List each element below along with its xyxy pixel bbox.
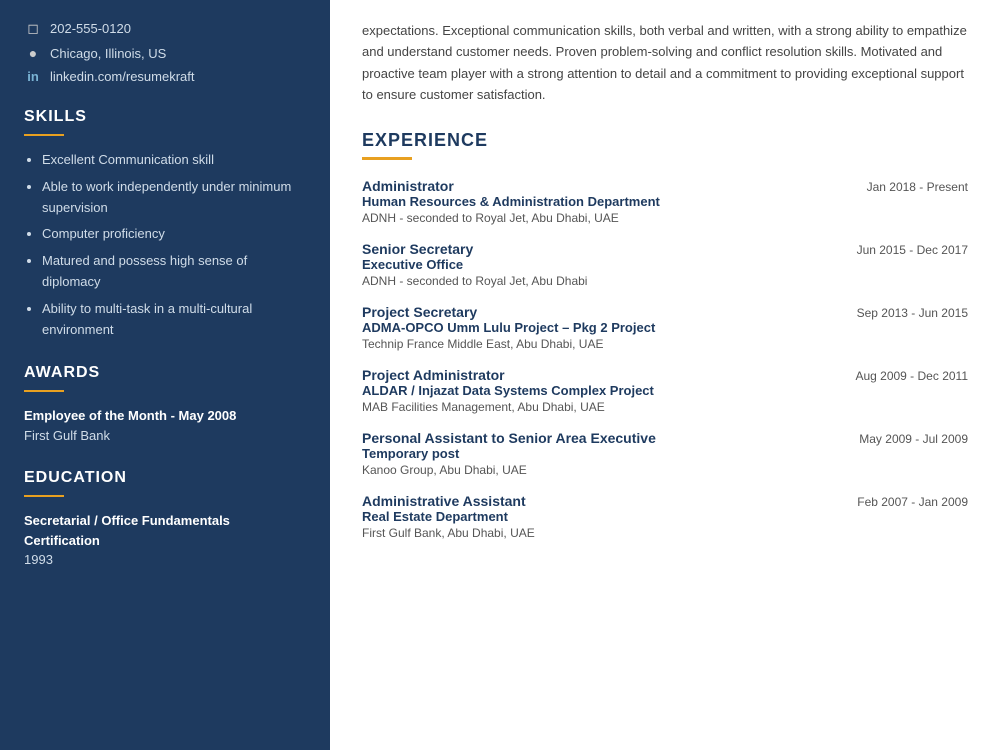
sidebar: ◻ 202-555-0120 ● Chicago, Illinois, US i… bbox=[0, 0, 330, 750]
exp-date: Jan 2018 - Present bbox=[867, 178, 968, 225]
summary-text: expectations. Exceptional communication … bbox=[362, 20, 968, 106]
edu-year: 1993 bbox=[24, 550, 306, 570]
exp-company: Human Resources & Administration Departm… bbox=[362, 194, 863, 209]
exp-date: May 2009 - Jul 2009 bbox=[859, 430, 968, 477]
linkedin-item: in linkedin.com/resumekraft bbox=[24, 69, 306, 84]
exp-left: Personal Assistant to Senior Area Execut… bbox=[362, 430, 855, 477]
exp-left: Project SecretaryADMA-OPCO Umm Lulu Proj… bbox=[362, 304, 853, 351]
education-title: EDUCATION bbox=[24, 469, 306, 487]
award-org: First Gulf Bank bbox=[24, 426, 306, 446]
exp-location: Technip France Middle East, Abu Dhabi, U… bbox=[362, 337, 853, 351]
skill-item: Matured and possess high sense of diplom… bbox=[42, 251, 306, 293]
exp-left: Project AdministratorALDAR / Injazat Dat… bbox=[362, 367, 851, 414]
exp-location: Kanoo Group, Abu Dhabi, UAE bbox=[362, 463, 855, 477]
experience-title: EXPERIENCE bbox=[362, 130, 968, 151]
contact-section: ◻ 202-555-0120 ● Chicago, Illinois, US i… bbox=[24, 20, 306, 84]
exp-company: ALDAR / Injazat Data Systems Complex Pro… bbox=[362, 383, 851, 398]
skills-divider bbox=[24, 134, 64, 136]
location-text: Chicago, Illinois, US bbox=[50, 46, 166, 61]
phone-number: 202-555-0120 bbox=[50, 21, 131, 36]
exp-job-title: Administrator bbox=[362, 178, 863, 194]
location-item: ● Chicago, Illinois, US bbox=[24, 45, 306, 61]
phone-item: ◻ 202-555-0120 bbox=[24, 20, 306, 37]
exp-location: First Gulf Bank, Abu Dhabi, UAE bbox=[362, 526, 853, 540]
exp-left: Senior SecretaryExecutive Office ADNH - s… bbox=[362, 241, 853, 288]
exp-job-title: Project Administrator bbox=[362, 367, 851, 383]
linkedin-icon: in bbox=[24, 69, 42, 84]
exp-left: Administrative AssistantReal Estate Depa… bbox=[362, 493, 853, 540]
exp-entry: Personal Assistant to Senior Area Execut… bbox=[362, 430, 968, 477]
exp-location: MAB Facilities Management, Abu Dhabi, UA… bbox=[362, 400, 851, 414]
skill-item: Computer proficiency bbox=[42, 224, 306, 245]
exp-location: ADNH - seconded to Royal Jet, Abu Dhabi,… bbox=[362, 211, 863, 225]
phone-icon: ◻ bbox=[24, 20, 42, 37]
award-entry: Employee of the Month - May 2008 First G… bbox=[24, 406, 306, 445]
awards-divider bbox=[24, 390, 64, 392]
exp-company: Real Estate Department bbox=[362, 509, 853, 524]
main-content: expectations. Exceptional communication … bbox=[330, 0, 1000, 750]
linkedin-text: linkedin.com/resumekraft bbox=[50, 69, 195, 84]
skill-item: Able to work independently under minimum… bbox=[42, 177, 306, 219]
exp-job-title: Project Secretary bbox=[362, 304, 853, 320]
exp-company: ADMA-OPCO Umm Lulu Project – Pkg 2 Proje… bbox=[362, 320, 853, 335]
awards-title: AWARDS bbox=[24, 364, 306, 382]
experience-divider bbox=[362, 157, 412, 160]
exp-entry: Administrative AssistantReal Estate Depa… bbox=[362, 493, 968, 540]
skills-list: Excellent Communication skill Able to wor… bbox=[24, 150, 306, 340]
exp-job-title: Senior Secretary bbox=[362, 241, 853, 257]
exp-job-title: Administrative Assistant bbox=[362, 493, 853, 509]
exp-entry: Project SecretaryADMA-OPCO Umm Lulu Proj… bbox=[362, 304, 968, 351]
exp-date: Sep 2013 - Jun 2015 bbox=[857, 304, 968, 351]
experience-list: AdministratorHuman Resources & Administr… bbox=[362, 178, 968, 540]
exp-date: Feb 2007 - Jan 2009 bbox=[857, 493, 968, 540]
exp-date: Jun 2015 - Dec 2017 bbox=[857, 241, 968, 288]
exp-date: Aug 2009 - Dec 2011 bbox=[855, 367, 968, 414]
education-divider bbox=[24, 495, 64, 497]
award-name: Employee of the Month - May 2008 bbox=[24, 406, 306, 426]
edu-entry: Secretarial / Office Fundamentals Certif… bbox=[24, 511, 306, 570]
awards-section: AWARDS Employee of the Month - May 2008 … bbox=[24, 364, 306, 445]
exp-location: ADNH - seconded to Royal Jet, Abu Dhabi bbox=[362, 274, 853, 288]
exp-entry: Senior SecretaryExecutive Office ADNH - s… bbox=[362, 241, 968, 288]
exp-company: Temporary post bbox=[362, 446, 855, 461]
exp-job-title: Personal Assistant to Senior Area Execut… bbox=[362, 430, 855, 446]
skill-item: Excellent Communication skill bbox=[42, 150, 306, 171]
exp-left: AdministratorHuman Resources & Administr… bbox=[362, 178, 863, 225]
location-icon: ● bbox=[24, 45, 42, 61]
education-section: EDUCATION Secretarial / Office Fundament… bbox=[24, 469, 306, 570]
exp-company: Executive Office bbox=[362, 257, 853, 272]
skills-title: SKILLS bbox=[24, 108, 306, 126]
exp-entry: Project AdministratorALDAR / Injazat Dat… bbox=[362, 367, 968, 414]
skill-item: Ability to multi-task in a multi-cultura… bbox=[42, 299, 306, 341]
exp-entry: AdministratorHuman Resources & Administr… bbox=[362, 178, 968, 225]
edu-degree: Secretarial / Office Fundamentals Certif… bbox=[24, 511, 306, 550]
